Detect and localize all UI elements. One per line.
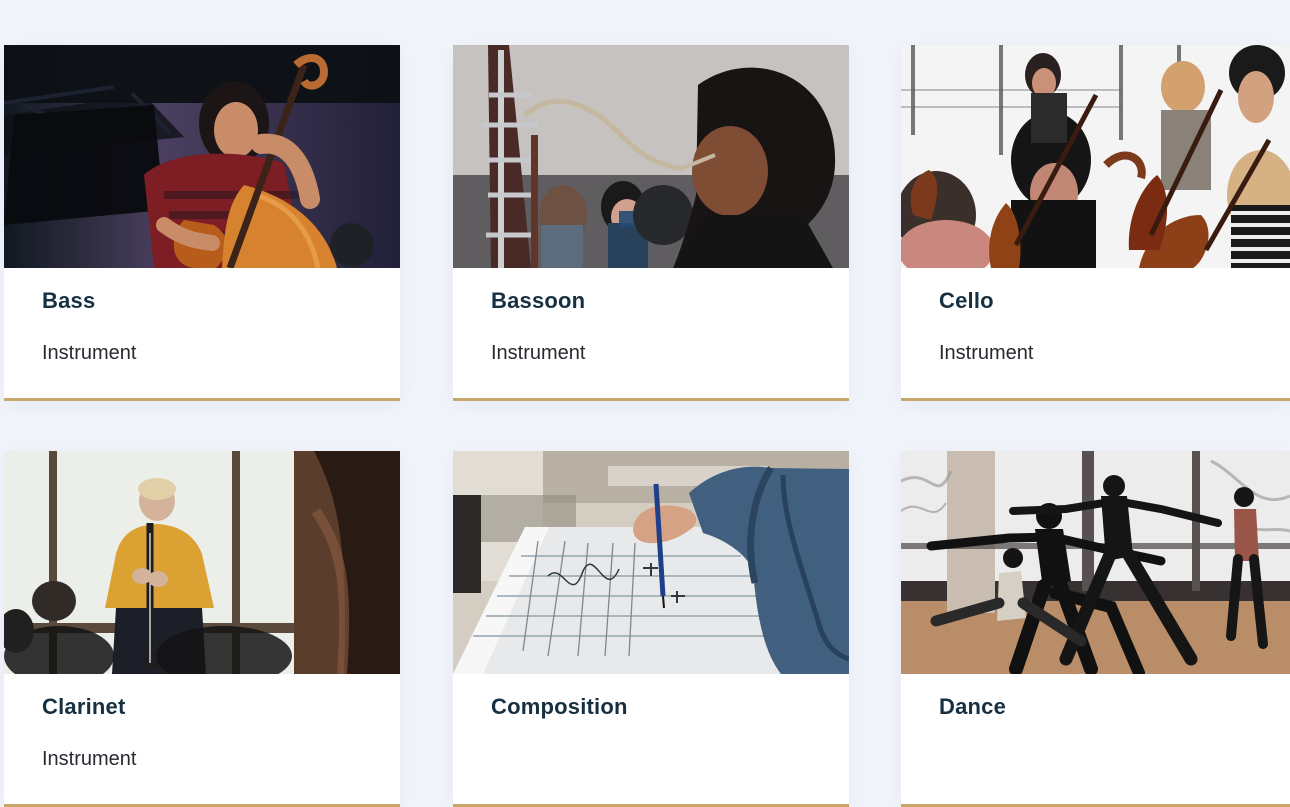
card-subtitle: Instrument bbox=[939, 342, 1034, 364]
composition-photo[interactable] bbox=[453, 451, 849, 674]
bassoon-photo[interactable] bbox=[453, 45, 849, 268]
card-subtitle: Instrument bbox=[42, 748, 137, 770]
instrument-card-bass[interactable]: Bass Instrument bbox=[4, 45, 400, 401]
cello-photo[interactable] bbox=[901, 45, 1290, 268]
clarinet-photo[interactable] bbox=[4, 451, 400, 674]
dance-photo[interactable] bbox=[901, 451, 1290, 674]
card-title[interactable]: Dance bbox=[939, 694, 1006, 720]
card-title[interactable]: Clarinet bbox=[42, 694, 126, 720]
card-subtitle: Instrument bbox=[491, 342, 586, 364]
instrument-card-grid: Bass Instrument Bassoon Instrument Cello… bbox=[0, 0, 1290, 807]
instrument-card-cello[interactable]: Cello Instrument bbox=[901, 45, 1290, 401]
card-title[interactable]: Bassoon bbox=[491, 288, 585, 314]
instrument-card-dance[interactable]: Dance bbox=[901, 451, 1290, 807]
instrument-card-bassoon[interactable]: Bassoon Instrument bbox=[453, 45, 849, 401]
card-title[interactable]: Bass bbox=[42, 288, 95, 314]
card-title[interactable]: Cello bbox=[939, 288, 994, 314]
card-title[interactable]: Composition bbox=[491, 694, 628, 720]
bass-photo[interactable] bbox=[4, 45, 400, 268]
card-subtitle: Instrument bbox=[42, 342, 137, 364]
instrument-card-clarinet[interactable]: Clarinet Instrument bbox=[4, 451, 400, 807]
instrument-card-composition[interactable]: Composition bbox=[453, 451, 849, 807]
